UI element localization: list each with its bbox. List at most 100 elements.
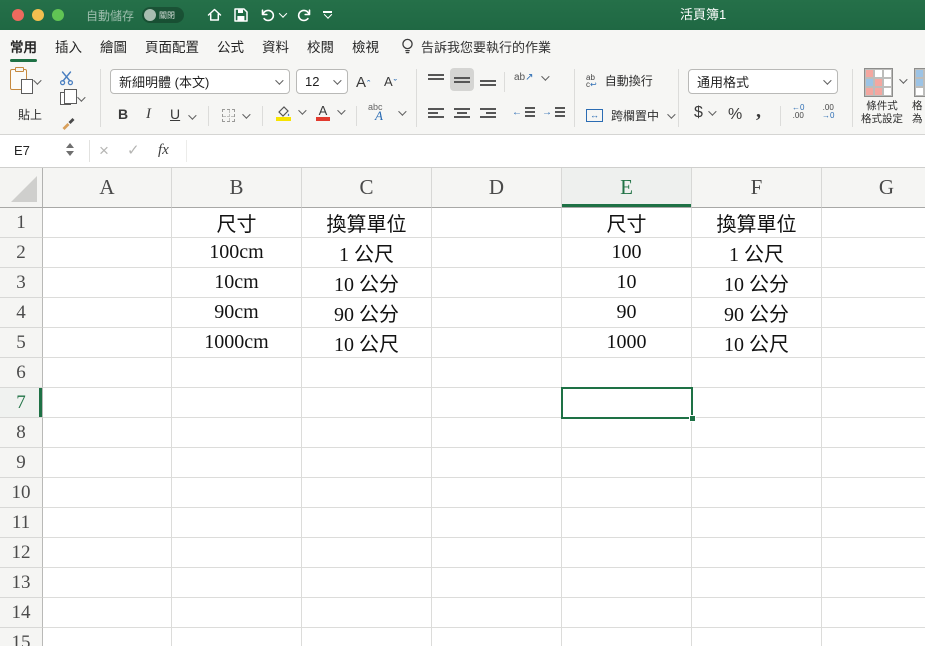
percent-style-button[interactable]: % — [728, 106, 742, 124]
cell-C12[interactable] — [302, 538, 432, 568]
align-bottom-button[interactable] — [476, 68, 500, 91]
tab-home[interactable]: 常用 — [10, 30, 37, 62]
align-top-button[interactable] — [424, 68, 448, 91]
cell-F15[interactable] — [692, 628, 822, 646]
row-header-5[interactable]: 5 — [0, 328, 43, 358]
merge-center-chevron-icon[interactable] — [667, 110, 675, 118]
cell-G5[interactable] — [822, 328, 925, 358]
cell-E3[interactable]: 10 — [562, 268, 692, 298]
stepper-down-icon[interactable] — [66, 151, 74, 156]
text-effects-button[interactable]: abc A — [368, 104, 404, 122]
cell-G14[interactable] — [822, 598, 925, 628]
cell-A5[interactable] — [43, 328, 172, 358]
row-header-13[interactable]: 13 — [0, 568, 43, 598]
row-header-3[interactable]: 3 — [0, 268, 43, 298]
cell-F4[interactable]: 90 公分 — [692, 298, 822, 328]
underline-button[interactable]: U — [170, 106, 180, 122]
cell-E14[interactable] — [562, 598, 692, 628]
cell-A1[interactable] — [43, 208, 172, 238]
cell-C10[interactable] — [302, 478, 432, 508]
cell-A15[interactable] — [43, 628, 172, 646]
save-icon[interactable] — [233, 7, 249, 23]
cell-D8[interactable] — [432, 418, 562, 448]
conditional-formatting-chevron-icon[interactable] — [899, 75, 907, 83]
quick-access-menu-icon[interactable] — [323, 11, 332, 19]
cell-B8[interactable] — [172, 418, 302, 448]
tell-me-box[interactable]: 告訴我您要執行的作業 — [401, 37, 551, 56]
cell-F1[interactable]: 換算單位 — [692, 208, 822, 238]
font-name-combobox[interactable]: 新細明體 (本文) — [110, 69, 290, 94]
cell-F14[interactable] — [692, 598, 822, 628]
cell-F3[interactable]: 10 公分 — [692, 268, 822, 298]
cell-F12[interactable] — [692, 538, 822, 568]
column-header-G[interactable]: G — [822, 168, 925, 208]
cell-B7[interactable] — [172, 388, 302, 418]
cell-D12[interactable] — [432, 538, 562, 568]
column-header-C[interactable]: C — [302, 168, 432, 208]
name-box-stepper[interactable] — [66, 143, 74, 156]
cell-F5[interactable]: 10 公尺 — [692, 328, 822, 358]
cell-D1[interactable] — [432, 208, 562, 238]
tab-draw[interactable]: 繪圖 — [100, 30, 127, 62]
cell-G7[interactable] — [822, 388, 925, 418]
cell-C2[interactable]: 1 公尺 — [302, 238, 432, 268]
row-header-8[interactable]: 8 — [0, 418, 43, 448]
column-header-D[interactable]: D — [432, 168, 562, 208]
cell-D7[interactable] — [432, 388, 562, 418]
cell-E2[interactable]: 100 — [562, 238, 692, 268]
insert-function-icon[interactable]: fx — [158, 135, 169, 167]
cell-B10[interactable] — [172, 478, 302, 508]
cell-A3[interactable] — [43, 268, 172, 298]
cell-C13[interactable] — [302, 568, 432, 598]
cell-B15[interactable] — [172, 628, 302, 646]
cell-E7[interactable] — [562, 388, 692, 418]
cell-D6[interactable] — [432, 358, 562, 388]
cell-G4[interactable] — [822, 298, 925, 328]
undo-menu-chevron-icon[interactable] — [279, 9, 287, 17]
cell-A10[interactable] — [43, 478, 172, 508]
cell-E4[interactable]: 90 — [562, 298, 692, 328]
cell-A6[interactable] — [43, 358, 172, 388]
tab-page-layout[interactable]: 頁面配置 — [145, 30, 199, 62]
cell-G3[interactable] — [822, 268, 925, 298]
cell-E10[interactable] — [562, 478, 692, 508]
cell-G1[interactable] — [822, 208, 925, 238]
cell-A4[interactable] — [43, 298, 172, 328]
name-box[interactable]: E7 — [14, 135, 30, 167]
undo-icon[interactable] — [259, 7, 286, 23]
zoom-window-button[interactable] — [52, 9, 64, 21]
tab-formulas[interactable]: 公式 — [217, 30, 244, 62]
cell-C1[interactable]: 換算單位 — [302, 208, 432, 238]
cell-A12[interactable] — [43, 538, 172, 568]
stepper-up-icon[interactable] — [66, 143, 74, 148]
row-header-14[interactable]: 14 — [0, 598, 43, 628]
cell-F2[interactable]: 1 公尺 — [692, 238, 822, 268]
cell-E8[interactable] — [562, 418, 692, 448]
cell-G8[interactable] — [822, 418, 925, 448]
cell-A7[interactable] — [43, 388, 172, 418]
cell-B14[interactable] — [172, 598, 302, 628]
cell-G11[interactable] — [822, 508, 925, 538]
row-header-10[interactable]: 10 — [0, 478, 43, 508]
cell-C8[interactable] — [302, 418, 432, 448]
select-all-corner[interactable] — [0, 168, 43, 208]
borders-menu-chevron-icon[interactable] — [242, 110, 250, 118]
cell-D3[interactable] — [432, 268, 562, 298]
cell-F6[interactable] — [692, 358, 822, 388]
tab-view[interactable]: 檢視 — [352, 30, 379, 62]
row-header-2[interactable]: 2 — [0, 238, 43, 268]
bold-button[interactable]: B — [118, 106, 128, 122]
decrease-font-size-button[interactable]: Aˇ — [384, 74, 397, 89]
cell-A9[interactable] — [43, 448, 172, 478]
cell-B1[interactable]: 尺寸 — [172, 208, 302, 238]
wrap-text-button[interactable]: ab c↩ 自動換行 — [586, 72, 653, 89]
fill-color-chevron-icon[interactable] — [298, 107, 306, 115]
cell-G15[interactable] — [822, 628, 925, 646]
cell-A2[interactable] — [43, 238, 172, 268]
format-as-table-button[interactable] — [914, 68, 925, 97]
cell-B5[interactable]: 1000cm — [172, 328, 302, 358]
formula-input[interactable] — [196, 135, 917, 167]
merge-center-button[interactable]: ↔ 跨欄置中 — [586, 107, 673, 124]
cell-G9[interactable] — [822, 448, 925, 478]
cell-C14[interactable] — [302, 598, 432, 628]
